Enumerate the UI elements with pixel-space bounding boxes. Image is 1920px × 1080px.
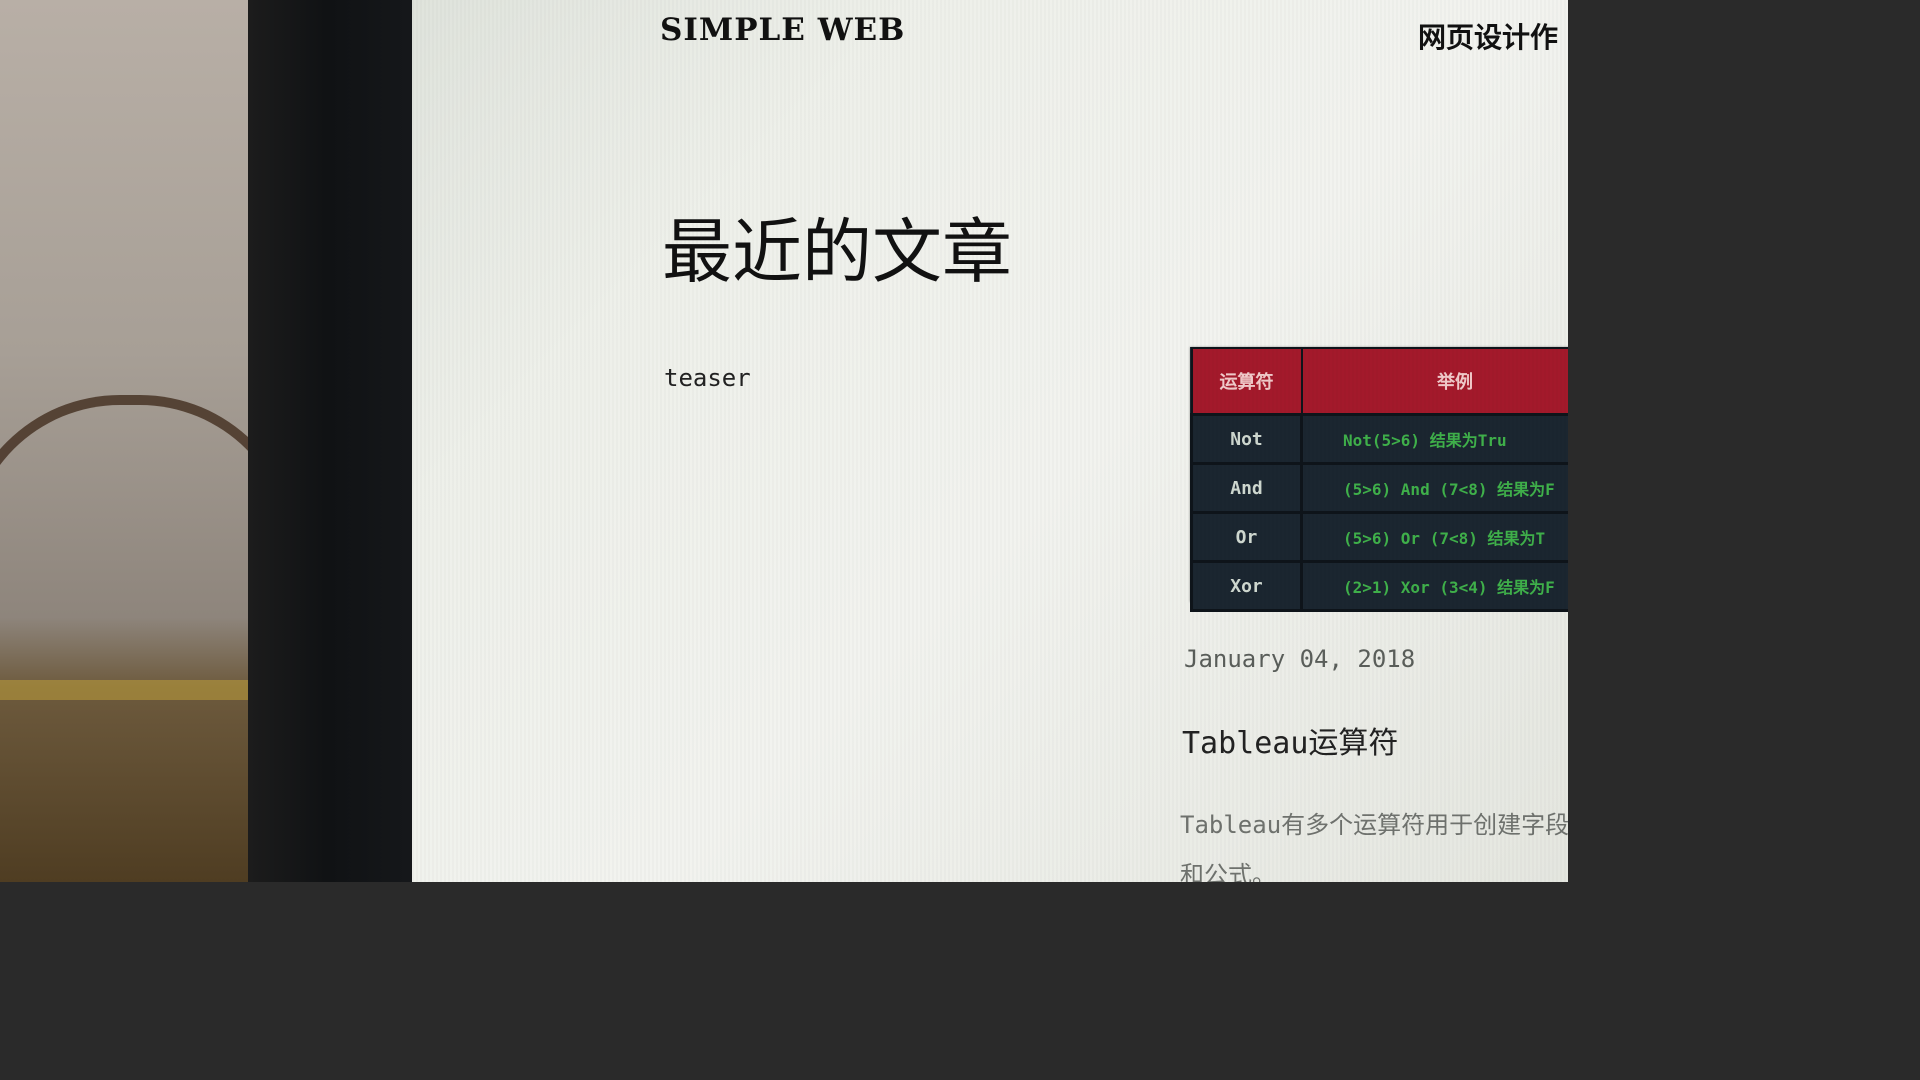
teaser-text: teaser <box>664 364 751 392</box>
table-cell-operator: Xor <box>1190 560 1303 612</box>
post-excerpt: Tableau有多个运算符用于创建字段和公式。 <box>1180 811 1568 882</box>
table-row: Not Not(5>6) 结果为Tru <box>1190 413 1568 465</box>
table-row: Or (5>6) Or (7<8) 结果为T <box>1190 511 1568 563</box>
table-cell-example: (5>6) Or (7<8) 结果为T <box>1300 511 1568 563</box>
nav-item-web-design[interactable]: 网页设计作 <box>1418 16 1558 56</box>
table-header-example: 举例 <box>1300 347 1568 416</box>
page-title: 最近的文章 <box>662 211 1012 293</box>
table-cell-example: Not(5>6) 结果为Tru <box>1300 413 1568 465</box>
table-cell-operator: And <box>1190 462 1303 514</box>
monitor-bezel <box>248 0 423 882</box>
monitor-screen: SIMPLE WEB 网页设计作 最近的文章 teaser 运算符 举例 Not… <box>412 0 1568 882</box>
operator-table-image: 运算符 举例 Not Not(5>6) 结果为Tru And (5>6) And… <box>1190 347 1568 612</box>
table-header-row: 运算符 举例 <box>1190 347 1568 416</box>
post-date: January 04, 2018 <box>1184 645 1416 673</box>
table-cell-example: (2>1) Xor (3<4) 结果为F <box>1300 560 1568 612</box>
table-row: And (5>6) And (7<8) 结果为F <box>1190 462 1568 514</box>
table-row: Xor (2>1) Xor (3<4) 结果为F <box>1190 560 1568 612</box>
post-thumbnail[interactable]: 运算符 举例 Not Not(5>6) 结果为Tru And (5>6) And… <box>1190 347 1568 612</box>
table-cell-operator: Or <box>1190 511 1303 563</box>
post-title-link[interactable]: Tableau运算符 <box>1182 718 1398 762</box>
table-cell-example: (5>6) And (7<8) 结果为F <box>1300 462 1568 514</box>
site-logo[interactable]: SIMPLE WEB <box>660 12 905 48</box>
table-cell-operator: Not <box>1190 413 1303 465</box>
table-header-operator: 运算符 <box>1190 347 1303 416</box>
